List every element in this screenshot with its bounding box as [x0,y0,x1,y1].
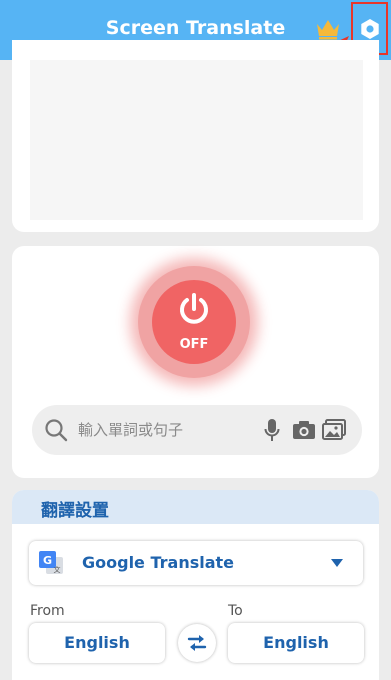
search-bar[interactable] [32,405,362,455]
from-label: From [30,603,65,619]
target-language-button[interactable]: English [228,623,364,663]
gear-icon[interactable] [359,18,381,40]
preview-area [30,60,363,220]
chevron-down-icon [331,559,343,567]
translation-settings-card: 翻譯設置 G 文 Google Translate From To Englis… [12,490,379,680]
section-title: 翻譯設置 [41,501,109,521]
swap-icon [187,635,207,651]
engine-label: Google Translate [82,553,235,572]
swap-languages-button[interactable] [178,624,216,662]
power-icon [180,293,208,324]
control-card: OFF [12,246,379,478]
svg-text:文: 文 [54,565,61,574]
power-button[interactable]: OFF [152,280,236,364]
to-label: To [228,603,243,619]
camera-icon[interactable] [292,420,316,440]
search-icon [45,419,68,442]
svg-text:G: G [43,554,52,567]
image-icon[interactable] [322,419,346,441]
preview-card [12,40,379,232]
source-language-button[interactable]: English [29,623,165,663]
section-header: 翻譯設置 [12,490,379,524]
engine-dropdown[interactable]: G 文 Google Translate [29,541,363,585]
google-translate-icon: G 文 [39,551,63,574]
search-input[interactable] [78,419,258,441]
microphone-icon[interactable] [264,418,280,442]
power-state-label: OFF [179,337,209,352]
